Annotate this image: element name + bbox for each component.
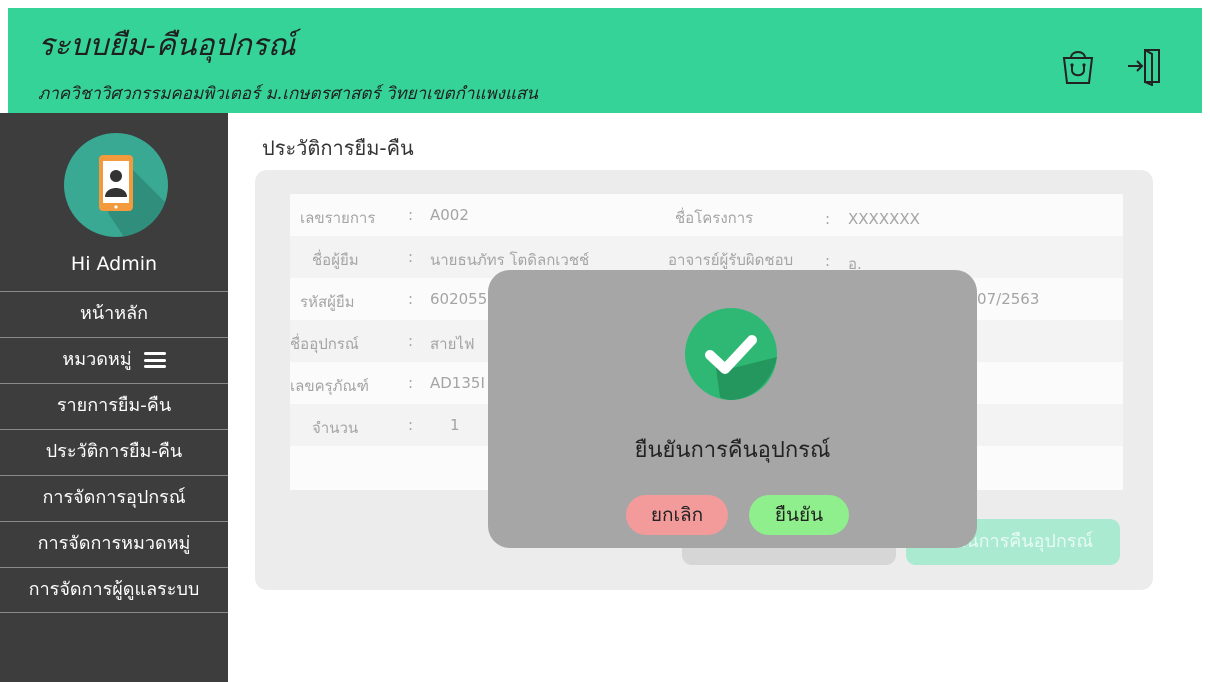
table-row: เลขรายการ : A002 ชื่อโครงการ : XXXXXXX <box>290 194 1123 236</box>
hamburger-menu-icon[interactable] <box>143 352 166 368</box>
sidebar-item-label: การจัดการผู้ดูแลระบบ <box>28 579 200 600</box>
colon: : <box>825 252 831 270</box>
sidebar-item-label: ประวัติการยืม-คืน <box>45 441 183 462</box>
colon: : <box>825 210 831 228</box>
sidebar-item-categories[interactable]: หมวดหมู่ <box>0 337 228 383</box>
advisor-label: อาจารย์ผู้รับผิดชอบ <box>668 251 794 269</box>
quantity-label: จำนวน <box>312 419 359 437</box>
shopping-bag-icon[interactable] <box>1058 46 1098 86</box>
app-subtitle: ภาควิชาวิศวกรรมคอมพิวเตอร์ ม.เกษตรศาสตร์… <box>38 84 538 104</box>
colon: : <box>408 416 414 434</box>
sidebar-item-home[interactable]: หน้าหลัก <box>0 291 228 337</box>
page-title: ประวัติการยืม-คืน <box>262 136 414 160</box>
borrower-value: นายธนภัทร โตดิลกเวชช์ <box>430 251 590 269</box>
sidebar-menu: หน้าหลัก หมวดหมู่ รายการยืม-คืน ประวัติก… <box>0 291 228 613</box>
colon: : <box>408 290 414 308</box>
sidebar: Hi Admin หน้าหลัก หมวดหมู่ รายการยืม-คืน… <box>0 113 228 682</box>
sidebar-item-manage-categories[interactable]: การจัดการหมวดหมู่ <box>0 521 228 567</box>
sidebar-item-label: หน้าหลัก <box>79 303 149 324</box>
borrower-id-label: รหัสผู้ยืม <box>300 293 355 311</box>
app-title: ระบบยืม-คืนอุปกรณ์ <box>38 28 296 63</box>
dialog-message: ยืนยันการคืนอุปกรณ์ <box>634 438 831 463</box>
equipment-value: สายไฟ <box>430 335 475 353</box>
confirm-dialog: ยืนยันการคืนอุปกรณ์ ยกเลิก ยืนยัน <box>488 270 977 548</box>
asset-value: AD135I <box>430 374 485 392</box>
borrower-id-value: 602055 <box>430 290 488 308</box>
cancel-button[interactable]: ยกเลิก <box>626 495 728 535</box>
sidebar-item-label: หมวดหมู่ <box>62 349 132 370</box>
colon: : <box>408 374 414 392</box>
sidebar-item-manage-admins[interactable]: การจัดการผู้ดูแลระบบ <box>0 567 228 613</box>
order-label: เลขรายการ <box>300 209 376 227</box>
date-value: /07/2563 <box>972 290 1040 308</box>
quantity-value: 1 <box>450 416 460 434</box>
equipment-label: ชื่ออุปกรณ์ <box>290 335 359 353</box>
colon: : <box>408 332 414 350</box>
sidebar-item-borrow-return[interactable]: รายการยืม-คืน <box>0 383 228 429</box>
sidebar-item-manage-equipment[interactable]: การจัดการอุปกรณ์ <box>0 475 228 521</box>
colon: : <box>408 248 414 266</box>
sidebar-item-label: การจัดการอุปกรณ์ <box>42 487 186 508</box>
asset-label: เลขครุภัณฑ์ <box>290 377 369 395</box>
colon: : <box>408 206 414 224</box>
sidebar-item-label: การจัดการหมวดหมู่ <box>37 533 191 554</box>
project-label: ชื่อโครงการ <box>675 209 754 227</box>
logout-icon[interactable] <box>1125 46 1165 87</box>
confirm-button[interactable]: ยืนยัน <box>749 495 849 535</box>
sidebar-item-history[interactable]: ประวัติการยืม-คืน <box>0 429 228 475</box>
greeting: Hi Admin <box>70 253 158 275</box>
tablet-user-icon <box>99 155 168 237</box>
avatar <box>64 133 168 237</box>
check-circle-icon <box>684 307 778 401</box>
order-value: A002 <box>430 206 469 224</box>
borrower-label: ชื่อผู้ยืม <box>312 251 359 269</box>
sidebar-item-label: รายการยืม-คืน <box>56 395 172 416</box>
app-header: ระบบยืม-คืนอุปกรณ์ ภาควิชาวิศวกรรมคอมพิว… <box>8 8 1202 113</box>
project-value: XXXXXXX <box>848 210 920 228</box>
